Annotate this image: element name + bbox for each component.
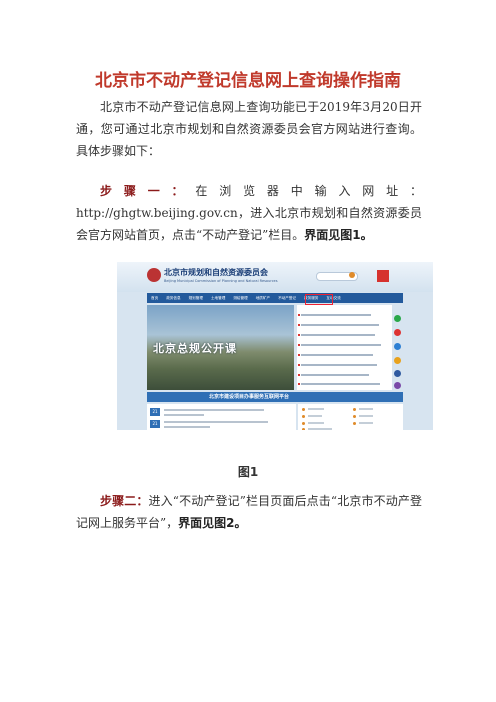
platform-banner-text: 北京市建设项目办事服务互联网平台 xyxy=(209,394,290,400)
service-line xyxy=(359,415,373,417)
step2-paragraph: 步骤二：进入“不动产登记”栏目页面后点击“北京市不动产登记网上服务平台”，界面见… xyxy=(76,490,422,534)
date-badge: 21 xyxy=(150,420,160,428)
news-line xyxy=(301,354,373,356)
service-dot xyxy=(302,422,305,425)
news-line xyxy=(301,344,381,346)
app-icon xyxy=(394,357,401,364)
nav-item: 规划管理 xyxy=(188,296,203,300)
step1-paragraph: 步骤一：在浏览器中输入网址：http://ghgtw.beijing.gov.c… xyxy=(76,180,422,246)
news-line xyxy=(301,324,379,326)
site-name: 北京市规划和自然资源委员会 xyxy=(164,268,268,277)
news-line xyxy=(301,374,369,376)
news-bullet xyxy=(298,374,300,376)
news-line xyxy=(301,364,377,366)
news-line xyxy=(301,334,375,336)
service-dot xyxy=(353,422,356,425)
news-bullet xyxy=(298,344,300,346)
service-dot xyxy=(353,408,356,411)
service-icon xyxy=(394,343,401,350)
step1-emphasis: 界面见图1。 xyxy=(304,228,373,242)
notice-line xyxy=(164,426,210,428)
news-bullet xyxy=(298,324,300,326)
weibo-icon xyxy=(394,329,401,336)
service-line xyxy=(308,415,322,417)
service-line xyxy=(359,422,373,424)
news-line xyxy=(301,314,371,316)
nav-item: 地质矿产 xyxy=(255,296,271,300)
service-line xyxy=(308,408,324,410)
nav-item: 首页 xyxy=(151,296,159,300)
news-bullet xyxy=(298,314,300,316)
accessibility-icon xyxy=(394,370,401,377)
step1-label: 步骤一： xyxy=(100,184,196,198)
nav-item: 测绘管理 xyxy=(233,296,248,300)
intro-paragraph: 北京市不动产登记信息网上查询功能已于2019年3月20日开通，您可通过北京市规划… xyxy=(76,100,422,158)
service-line xyxy=(308,422,324,424)
notice-line xyxy=(164,414,204,416)
step2-label: 步骤二： xyxy=(100,494,149,508)
mail-icon xyxy=(394,382,401,389)
site-name-en: Beijing Municipal Commission of Planning… xyxy=(164,279,278,283)
news-bullet xyxy=(298,334,300,336)
figure1-caption: 图1 xyxy=(237,465,259,479)
news-line xyxy=(301,383,380,385)
nav-item-budongchan: 不动产登记 xyxy=(278,296,297,300)
nav-item: 政务信息 xyxy=(166,296,181,300)
news-list xyxy=(297,305,392,390)
page-title: 北京市不动产登记信息网上查询操作指南 xyxy=(95,71,401,91)
emblem-icon xyxy=(147,268,161,282)
service-line xyxy=(308,428,332,430)
wechat-icon xyxy=(394,315,401,322)
service-line xyxy=(359,408,373,410)
search-icon xyxy=(349,272,355,278)
news-bullet xyxy=(298,364,300,366)
service-dot xyxy=(302,415,305,418)
service-dot xyxy=(353,415,356,418)
nav-item: 土地管理 xyxy=(210,296,226,300)
party-flag-icon xyxy=(377,270,389,282)
notice-line xyxy=(164,409,264,411)
step2-emphasis: 界面见图2。 xyxy=(178,516,247,530)
notice-line xyxy=(164,421,268,423)
site-navbar: 首页 政务信息 规划管理 土地管理 测绘管理 地质矿产 不动产登记 政务服务 互… xyxy=(147,293,403,303)
photo-caption: 北京总规公开课 xyxy=(153,342,237,355)
figure1-screenshot: 北京市规划和自然资源委员会 Beijing Municipal Commissi… xyxy=(117,262,433,430)
news-bullet xyxy=(298,354,300,356)
news-bullet xyxy=(298,383,300,385)
highlight-box xyxy=(305,294,333,305)
service-dot xyxy=(302,408,305,411)
date-badge: 21 xyxy=(150,408,160,416)
service-dot xyxy=(302,428,305,430)
